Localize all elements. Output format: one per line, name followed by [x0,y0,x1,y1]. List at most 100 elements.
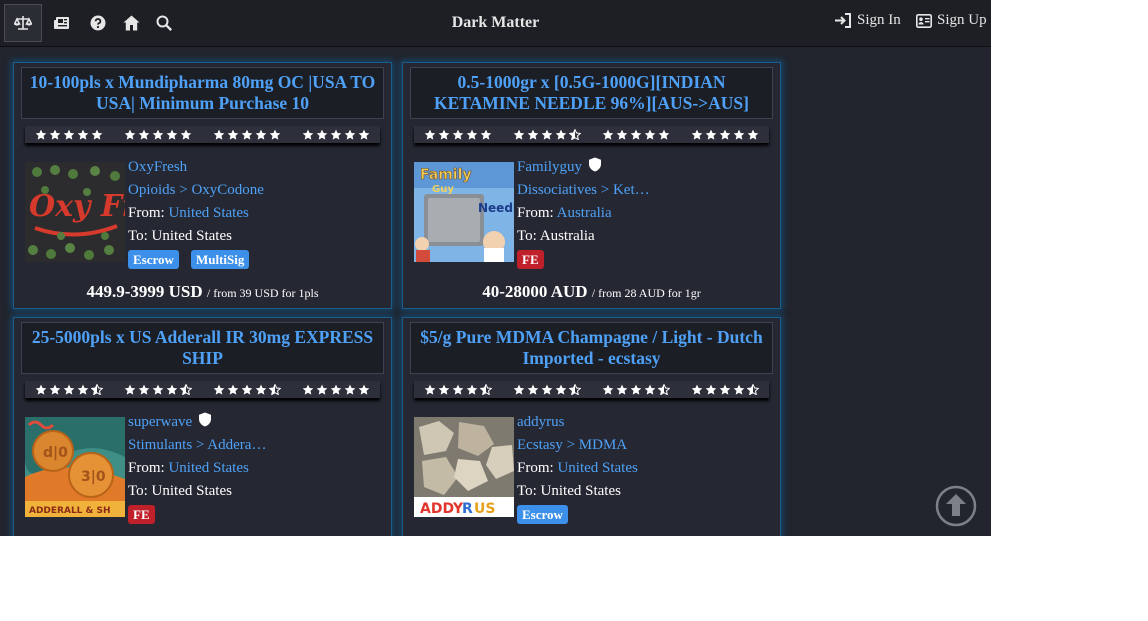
scroll-to-top-button[interactable] [935,485,977,527]
listing-info: OxyFresh Opioids > OxyCodone From: Unite… [128,156,383,269]
star-icon [50,384,61,395]
star-icon [439,129,450,140]
to-label: To: [517,228,537,244]
origin-link[interactable]: United States [168,460,248,476]
star-icon [50,129,61,140]
rating-bar [414,381,769,398]
star-half-icon [91,384,104,395]
star-rating [424,129,492,140]
vendor-link[interactable]: Familyguy [517,159,582,175]
scale-button[interactable] [4,4,42,42]
star-icon [425,384,436,395]
star-rating [124,384,193,395]
category-link[interactable]: Dissociatives > Ket… [517,182,650,198]
rating-bar [414,126,769,143]
star-icon [705,129,716,140]
search-button[interactable] [155,4,173,42]
origin-link[interactable]: United States [557,460,637,476]
star-icon [241,384,253,395]
star-icon [616,384,628,395]
star-rating [35,129,103,140]
verified-shield-icon [199,412,212,427]
star-icon [705,384,716,395]
listing-card: 10-100pls x Mundipharma 80mg OC |USA TO … [13,62,392,309]
destination: United States [540,483,621,499]
star-icon [425,129,436,140]
from-label: From: [128,460,165,476]
destination: United States [151,228,232,244]
listing-card: $5/g Pure MDMA Champagne / Light - Dutch… [402,317,781,536]
listing-title[interactable]: 10-100pls x Mundipharma 80mg OC |USA TO … [21,67,384,119]
star-icon [644,384,656,395]
help-icon [90,15,106,31]
star-rating [124,129,192,140]
star-icon [527,129,539,140]
star-icon [630,129,642,140]
star-icon [316,129,327,140]
listing-image[interactable]: Family Guy Needle [414,162,514,262]
star-icon [316,384,327,395]
star-rating [302,384,370,395]
category-link[interactable]: Ecstasy > MDMA [517,437,627,453]
star-icon [152,129,164,140]
listing-title[interactable]: 25-5000pls x US Adderall IR 30mg EXPRESS… [21,322,384,374]
from-label: From: [517,460,554,476]
star-icon [541,384,553,395]
star-rating [213,129,281,140]
star-icon [124,384,136,395]
star-icon [481,129,492,140]
category-link[interactable]: Opioids > OxyCodone [128,182,264,198]
sign-in-link[interactable]: Sign In [835,12,901,29]
star-icon [269,129,281,140]
svg-text:3|0: 3|0 [81,469,106,485]
star-half-icon [657,384,670,395]
origin-link[interactable]: Australia [557,205,612,221]
listing-title[interactable]: 0.5-1000gr x [0.5G-1000G][INDIAN KETAMIN… [410,67,773,119]
help-button[interactable] [89,4,107,42]
star-icon [555,129,567,140]
svg-text:ADDY: ADDY [420,501,464,517]
star-icon [644,129,656,140]
category-link[interactable]: Stimulants > Addera… [128,437,266,453]
star-icon [180,129,192,140]
listing-title[interactable]: $5/g Pure MDMA Champagne / Light - Dutch… [410,322,773,374]
star-rating [602,129,670,140]
star-icon [439,384,450,395]
svg-text:ADDERALL & SH: ADDERALL & SH [29,506,111,516]
sign-up-link[interactable]: Sign Up [916,12,987,29]
origin-link[interactable]: United States [168,205,248,221]
vendor-link[interactable]: addyrus [517,414,565,430]
escrow-badge: Escrow [517,505,568,524]
star-icon [330,129,341,140]
listing-image[interactable]: Oxy Fre [25,162,125,262]
star-icon [255,384,267,395]
news-button[interactable] [52,4,72,42]
star-icon [213,129,225,140]
star-icon [358,129,369,140]
star-half-icon [569,129,582,140]
home-icon [123,15,139,31]
listing-image[interactable]: d|0 3|0 ADDERALL & SH [25,417,125,517]
listing-card: 0.5-1000gr x [0.5G-1000G][INDIAN KETAMIN… [402,62,781,309]
star-icon [92,129,103,140]
star-half-icon [180,384,193,395]
star-icon [64,384,75,395]
listing-info: addyrus Ecstasy > MDMA From: United Stat… [517,411,772,524]
vendor-link[interactable]: superwave [128,414,192,430]
star-icon [64,129,75,140]
vendor-link[interactable]: OxyFresh [128,159,187,175]
listing-image[interactable]: ADDY R US [414,417,514,517]
star-icon [344,129,355,140]
from-label: From: [128,205,165,221]
star-icon [78,129,89,140]
destination: Australia [539,228,595,244]
svg-text:Guy: Guy [432,184,454,195]
to-label: To: [128,228,148,244]
fe-badge: FE [128,505,155,524]
star-icon [138,384,150,395]
home-button[interactable] [122,4,140,42]
svg-text:d|0: d|0 [43,445,68,461]
star-rating [302,129,370,140]
star-icon [255,129,267,140]
scroll-to-top-icon [935,485,977,527]
